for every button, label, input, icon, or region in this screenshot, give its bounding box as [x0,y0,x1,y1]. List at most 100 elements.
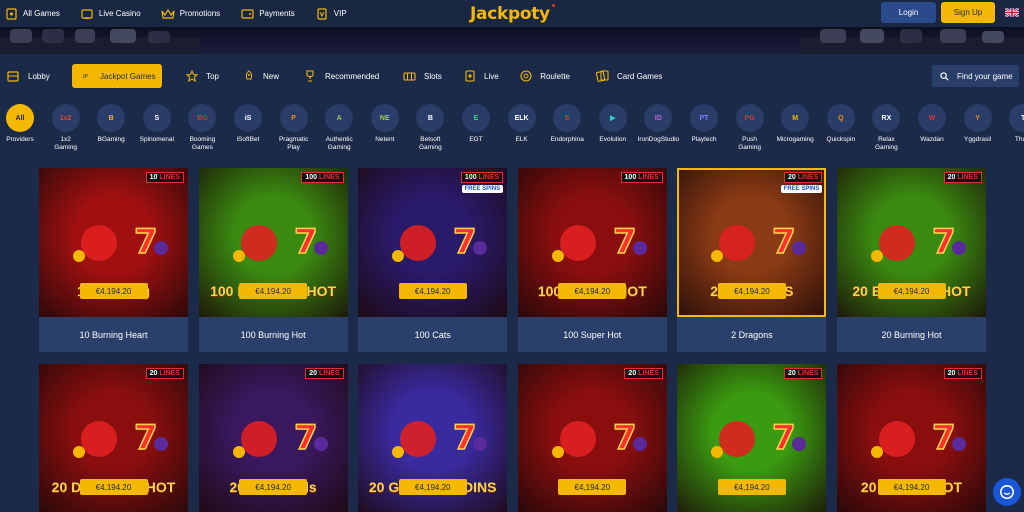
game-card[interactable]: 710 LINES10 Burning€4,194.2010 Burning H… [39,168,188,352]
provider-wazdan[interactable]: W Wazdan [907,104,957,144]
provider-egt[interactable]: E EGT [451,104,501,144]
lines-suffix: LINES [957,174,978,181]
lines-badge: 20 LINES [943,172,982,183]
game-card[interactable]: 720 LINES20 SUPER HOT€4,194.20 [837,364,986,512]
game-title[interactable]: 20 Burning Hot [837,317,986,352]
game-thumbnail[interactable]: 720 LINES20 JOKER€4,194.20 [677,364,827,512]
lines-suffix: LINES [318,370,340,377]
provider-relax-gaming[interactable]: RX Relax Gaming [861,104,911,152]
category-lobby[interactable]: Lobby [0,64,60,88]
game-thumbnail[interactable]: 7100 LINES100 BURNING HOT€4,194.20 [198,168,348,317]
provider-label: Push Gaming [738,136,761,152]
lines-count: 100 [305,174,318,181]
provider-playtech[interactable]: PT Playtech [679,104,729,144]
game-thumbnail[interactable]: 720 LINES20 DAZZLING HOT€4,194.20 [39,364,188,512]
category-recommended[interactable]: Recommended [297,64,387,88]
chat-support-button[interactable] [993,478,1021,506]
provider-logo-icon: W [918,104,946,132]
provider-authentic-gaming[interactable]: A Authentic Gaming [314,104,364,152]
login-button[interactable]: Login [881,2,936,23]
category-card-games[interactable]: Card Games [589,64,669,88]
game-title[interactable]: 100 Super Hot [517,317,667,352]
game-card[interactable]: 720 LINES20 DAZZLING HOT€4,194.20 [39,364,188,512]
category-label: Recommended [325,71,380,81]
provider-spinomenal[interactable]: S Spinomenal [132,104,182,144]
game-card[interactable]: 7100 LINES100 BURNING HOT€4,194.20100 Bu… [198,168,348,352]
jackpot-amount: €4,194.20 [79,283,148,299]
provider-label: Quickspin [827,136,856,144]
game-thumbnail[interactable]: 720 LINESFREE SPINS2 DRAGONS€4,194.20 [677,168,827,317]
game-card[interactable]: 720 LINES20 Diamonds€4,194.20 [198,364,348,512]
topnav-label: VIP [333,9,347,18]
game-card[interactable]: 720 GOLDEN COINS€4,194.20 [358,364,508,512]
jackpot-amount: €4,194.20 [717,283,786,299]
game-thumbnail[interactable]: 7100 LINESFREE SPINS100 CATS€4,194.20 [358,168,508,317]
topnav-promotions[interactable]: Promotions [161,7,220,20]
game-title[interactable]: 100 Cats [358,317,508,352]
topnav-live-casino[interactable]: Live Casino [80,7,141,20]
category-slots[interactable]: Slots [397,64,445,88]
provider-endorphina[interactable]: E Endorphina [542,104,592,144]
provider-push-gaming[interactable]: PG Push Gaming [725,104,775,152]
provider-pragmatic-play[interactable]: P Pragmatic Play [269,104,319,152]
provider-yggdrasil[interactable]: Y Yggdrasil [953,104,1003,144]
game-card[interactable]: 7100 LINES100 SUPER HOT€4,194.20100 Supe… [517,168,667,352]
brand-logo[interactable]: Jackpoty [470,4,555,24]
game-thumbnail[interactable]: 720 LINES20 SUPER HOT€4,194.20 [837,364,986,512]
game-card[interactable]: 7100 LINESFREE SPINS100 CATS€4,194.20100… [358,168,508,352]
trophy-icon [303,70,317,82]
provider-isoftbet[interactable]: iS iSoftBet [223,104,273,144]
signup-button[interactable]: Sign Up [941,2,995,23]
provider-providers[interactable]: All Providers [0,104,45,144]
category-jackpot-games[interactable]: JP Jackpot Games [72,64,162,88]
provider-microgaming[interactable]: M Microgaming [770,104,820,144]
provider-irondogstudio[interactable]: ID IronDogStudio [633,104,683,144]
provider-label-line: Thu... [1014,136,1024,143]
lines-badge: 20 LINES [624,368,663,379]
category-roulette[interactable]: Roulette [514,64,576,88]
game-card[interactable]: 720 LINESFREE SPINS2 DRAGONS€4,194.202 D… [677,168,827,352]
provider-elk[interactable]: ELK ELK [497,104,547,144]
provider-logo-icon: A [325,104,354,132]
game-title[interactable]: 10 Burning Heart [39,317,188,352]
provider-thu[interactable]: T Thu... [998,104,1024,144]
search-button[interactable]: Find your game [932,65,1019,87]
game-thumbnail[interactable]: 720 LINES20 BURNING HOT€4,194.20 [837,168,986,317]
game-title[interactable]: 100 Burning Hot [198,317,348,352]
topnav-all-games[interactable]: All Games [4,7,60,20]
provider-label-line: Playtech [691,136,717,143]
svg-text:7: 7 [932,418,956,458]
category-new[interactable]: New [237,64,285,88]
lines-count: 100 [464,174,477,181]
category-top[interactable]: Top [180,64,225,88]
topnav-payments[interactable]: Payments [240,7,295,20]
provider-booming-games[interactable]: BG Booming Games [177,104,227,152]
provider-logo-icon: B [97,104,126,132]
game-card[interactable]: 720 LINES20 BURNING HOT€4,194.2020 Burni… [837,168,986,352]
category-label: Slots [424,71,442,81]
category-live[interactable]: Live [458,64,503,88]
game-thumbnail[interactable]: 710 LINES10 Burning€4,194.20 [39,168,188,317]
game-thumbnail[interactable]: 7100 LINES100 SUPER HOT€4,194.20 [517,168,667,317]
uk-flag-icon[interactable] [1005,8,1019,17]
provider-betsoft-gaming[interactable]: B Betsoft Gaming [405,104,455,152]
game-thumbnail[interactable]: 720 LINES20 Diamonds€4,194.20 [198,364,348,512]
game-card[interactable]: 720 LINES20 JOKER€4,194.20 [677,364,827,512]
game-card[interactable]: 720 LINES20 HOT€4,194.20 [517,364,667,512]
topnav-vip[interactable]: VIP [315,7,347,20]
game-title[interactable]: 2 Dragons [677,317,827,352]
provider-quickspin[interactable]: Q Quickspin [816,104,866,144]
lines-badge: 20 LINES [784,368,823,379]
provider-evolution[interactable]: ▶ Evolution [588,104,638,144]
provider-label-line: Gaming [738,144,761,151]
provider-label-line: Betsoft [420,136,441,143]
provider-1x2-gaming[interactable]: 1x2 1x2 Gaming [41,104,91,152]
provider-netent[interactable]: NE Netent [360,104,410,144]
provider-bgaming[interactable]: B BGaming [86,104,136,144]
cards-icon [595,70,609,82]
game-thumbnail[interactable]: 720 LINES20 HOT€4,194.20 [517,364,667,512]
game-thumbnail[interactable]: 720 GOLDEN COINS€4,194.20 [358,364,508,512]
svg-text:7: 7 [294,222,318,262]
provider-label-line: Gaming [419,144,442,151]
topnav-label: Promotions [179,9,221,18]
